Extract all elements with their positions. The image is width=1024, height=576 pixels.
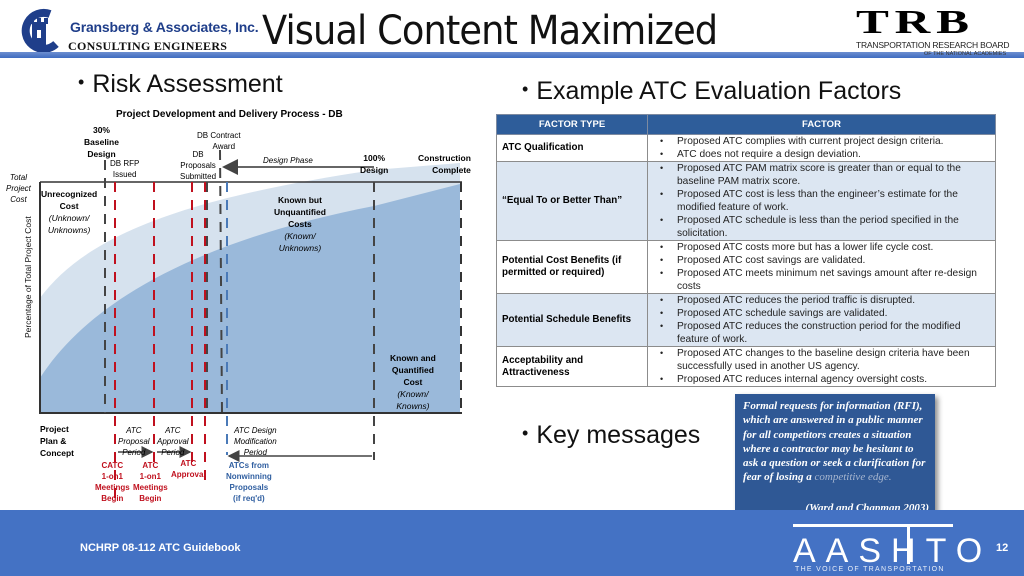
project-plan-label: Project Plan & Concept	[40, 424, 74, 458]
key-messages-heading: • Key messages	[522, 421, 701, 449]
footer-bar: NCHRP 08-112 ATC Guidebook AASHTO THE VO…	[0, 510, 1024, 576]
table-row: Potential Cost Benefits (if permitted or…	[496, 240, 996, 294]
page-number: 12	[996, 542, 1009, 554]
factor-type-cell: ATC Qualification	[496, 134, 648, 162]
factor-item: Proposed ATC reduces internal agency ove…	[660, 373, 995, 386]
header-factor: FACTOR	[647, 114, 996, 135]
factor-type-cell: “Equal To or Better Than”	[496, 161, 648, 241]
factor-item: Proposed ATC cost savings are validated.	[660, 254, 995, 267]
factor-item: Proposed ATC reduces the period traffic …	[660, 294, 995, 307]
proposals-submitted-label: DB Proposals Submitted	[180, 150, 217, 181]
table-row: Potential Schedule Benefits Proposed ATC…	[496, 293, 996, 347]
construction-complete-label: Construction Complete	[418, 153, 471, 175]
factor-cell: Proposed ATC PAM matrix score is greater…	[647, 161, 996, 241]
factor-type-cell: Potential Schedule Benefits	[496, 293, 648, 347]
unquantified-cost-label: Known but Unquantified Costs (Known/Unknow…	[274, 195, 326, 253]
nonwinning-label: ATCs from Nonwinning Proposals (if req'd)	[226, 461, 272, 503]
factor-item: ATC does not require a design deviation.	[660, 148, 995, 161]
trb-mark: TRB	[856, 4, 975, 41]
design-phase-label: Design Phase	[263, 156, 313, 165]
table-row: Acceptability and Attractiveness Propose…	[496, 346, 996, 387]
atc-meetings-label: ATC 1-on1 Meetings Begin	[133, 461, 168, 503]
quantified-cost-label: Known and Quantified Cost (Known/Knowns)	[390, 353, 436, 411]
factor-cell: Proposed ATC complies with current proje…	[647, 134, 996, 162]
aashto-logo: AASHTO THE VOICE OF TRANSPORTATION	[793, 524, 982, 574]
factor-cell: Proposed ATC costs more but has a lower …	[647, 240, 996, 294]
factor-item: Proposed ATC schedule savings are valida…	[660, 307, 995, 320]
factor-cell: Proposed ATC reduces the period traffic …	[647, 293, 996, 347]
trb-logo: TRB TRANSPORTATION RESEARCH BOARD OF THE…	[852, 4, 1012, 60]
full-design-label: 100% Design	[360, 153, 389, 175]
atc-factors-table: FACTOR TYPE FACTOR ATC Qualification Pro…	[496, 114, 996, 387]
footer-text: NCHRP 08-112 ATC Guidebook	[80, 542, 241, 554]
quote-faded-text: competitive edge.	[814, 471, 892, 484]
table-row: ATC Qualification Proposed ATC complies …	[496, 134, 996, 162]
trb-line1: TRANSPORTATION RESEARCH BOARD	[856, 40, 1010, 50]
factor-item: Proposed ATC cost is less than the engin…	[660, 188, 995, 214]
evaluation-factors-heading: • Example ATC Evaluation Factors	[522, 77, 902, 105]
total-project-cost-label: Total Project Cost	[6, 173, 31, 204]
factor-item: Proposed ATC changes to the baseline des…	[660, 347, 995, 373]
unrecognized-cost-label: Unrecognized Cost (Unknown/Unknowns)	[41, 189, 98, 235]
factor-item: Proposed ATC complies with current proje…	[660, 135, 995, 148]
approval-period-label: ATC Approval Period	[157, 426, 189, 457]
evaluation-factors-text: Example ATC Evaluation Factors	[536, 77, 902, 105]
trb-line2: OF THE NATIONAL ACADEMIES	[924, 51, 1007, 57]
factor-item: Proposed ATC schedule is less than the p…	[660, 214, 995, 240]
baseline-design-label: 30% Baseline Design	[84, 125, 119, 159]
y-axis-label: Percentage of Total Project Cost	[23, 216, 33, 338]
table-row: “Equal To or Better Than” Proposed ATC P…	[496, 161, 996, 241]
factor-item: Proposed ATC costs more but has a lower …	[660, 241, 995, 254]
factor-item: Proposed ATC meets minimum net savings a…	[660, 267, 995, 293]
factor-cell: Proposed ATC changes to the baseline des…	[647, 346, 996, 387]
contract-award-label: DB Contract Award	[197, 131, 241, 151]
aashto-tagline: THE VOICE OF TRANSPORTATION	[795, 566, 945, 573]
design-mod-period-label: ATC Design Modification Period	[234, 426, 277, 457]
factor-type-cell: Acceptability and Attractiveness	[496, 346, 648, 387]
rfp-issued-label: DB RFP Issued	[110, 159, 140, 179]
header-factor-type: FACTOR TYPE	[496, 114, 648, 135]
aashto-wordmark: AASHTO	[793, 532, 993, 570]
factor-item: Proposed ATC reduces the construction pe…	[660, 320, 995, 346]
factor-type-cell: Potential Cost Benefits (if permitted or…	[496, 240, 648, 294]
catc-meetings-label: CATC 1-on1 Meetings Begin	[95, 461, 130, 503]
table-header-row: FACTOR TYPE FACTOR	[496, 114, 996, 135]
atc-approval-label: ATC Approval	[171, 459, 206, 479]
key-messages-text: Key messages	[536, 421, 701, 449]
quote-box: Formal requests for information (RFI), w…	[735, 394, 935, 520]
factor-item: Proposed ATC PAM matrix score is greater…	[660, 162, 995, 188]
proposal-period-label: ATC Proposal Period	[118, 426, 150, 457]
